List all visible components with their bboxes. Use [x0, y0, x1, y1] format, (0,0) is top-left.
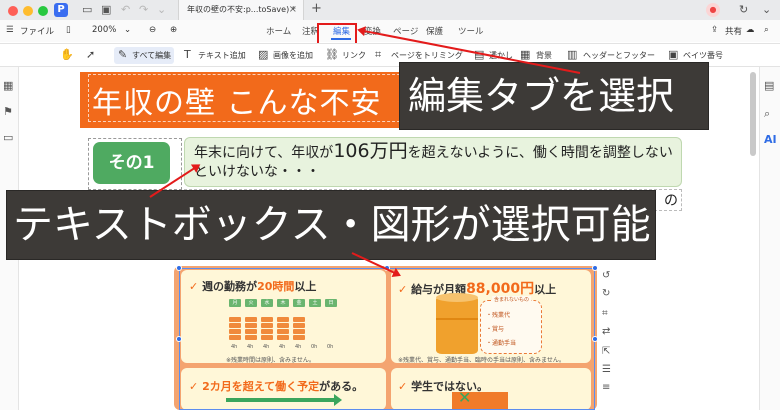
properties-icon[interactable]: ▤	[764, 79, 774, 92]
search-icon[interactable]: ⌕	[764, 107, 770, 121]
file-menu[interactable]: ファイル	[20, 25, 54, 37]
bates-number-icon: ▣	[668, 48, 679, 61]
bates-number-button[interactable]: ベイツ番号	[683, 50, 723, 61]
tab-page[interactable]: ページ	[393, 25, 418, 37]
save-icon[interactable]: ▣	[101, 3, 111, 17]
resize-handle[interactable]	[592, 265, 598, 271]
tab-protect[interactable]: 保護	[426, 25, 443, 37]
tab-home[interactable]: ホーム	[266, 25, 291, 37]
header-footer-button[interactable]: ヘッダーとフッター	[583, 50, 655, 61]
hand-tool-icon[interactable]: ✋	[60, 48, 74, 61]
crop-icon: ⌗	[375, 48, 382, 61]
close-tab-icon[interactable]: ×	[289, 0, 297, 20]
thumbnails-icon[interactable]: ▦	[3, 79, 13, 92]
callout-select-edit-tab: 編集タブを選択	[399, 62, 709, 130]
speech-text-line2: といけないな・・・	[194, 164, 320, 180]
replace-image-icon[interactable]: ⇄	[602, 326, 610, 337]
header-footer-icon: ▥	[567, 48, 578, 61]
document-tab[interactable]: 年収の壁の不安:p...toSave) * ×	[178, 0, 304, 20]
add-text-button[interactable]: テキスト追加	[198, 50, 246, 61]
link-button[interactable]: リンク	[342, 50, 366, 61]
crop-icon[interactable]: ⌗	[602, 308, 608, 319]
new-tab-button[interactable]: +	[311, 1, 322, 16]
callout-selectable-shapes: テキストボックス・図形が選択可能	[6, 190, 656, 260]
folder-icon[interactable]: ▭	[82, 3, 92, 17]
zoom-in-icon[interactable]: ⊕	[170, 25, 177, 35]
crop-page-button[interactable]: ページをトリミング	[391, 50, 463, 61]
object-floating-toolbar: ↺ ↻ ⌗ ⇄ ⇱ ☰ ≡	[600, 270, 616, 410]
chevron-down-icon[interactable]: ⌄	[762, 3, 771, 17]
rotate-left-icon[interactable]: ↺	[602, 270, 610, 281]
background-icon: ▦	[520, 48, 531, 61]
speech-text-amount: 106万円	[333, 140, 408, 162]
chevron-down-icon[interactable]: ⌄	[157, 3, 166, 17]
sync-icon[interactable]: ↻	[739, 3, 748, 17]
hamburger-icon[interactable]: ☰	[6, 25, 14, 35]
chevron-down-icon[interactable]: ⌄	[124, 25, 131, 35]
image-icon: ▨	[258, 48, 269, 61]
share-icon[interactable]: ⇪	[711, 25, 718, 35]
distribute-icon[interactable]: ≡	[602, 382, 610, 393]
right-sidebar: ▤ ⌕ AI	[759, 67, 780, 410]
resize-handle[interactable]	[176, 336, 182, 342]
zoom-out-icon[interactable]: ⊖	[149, 25, 156, 35]
document-tab-title: 年収の壁の不安:p...toSave) *	[187, 5, 296, 14]
zoom-level[interactable]: 200%	[92, 25, 116, 35]
section-label[interactable]: その1	[93, 142, 170, 184]
speech-text[interactable]: 年末に向けて、年収が106万円を超えないように、働く時間を調整しない といけない…	[194, 142, 674, 182]
add-image-button[interactable]: 画像を追加	[273, 50, 313, 61]
undo-icon[interactable]: ↶	[121, 3, 130, 17]
redo-icon[interactable]: ↷	[139, 3, 148, 17]
close-window-button[interactable]	[8, 6, 18, 16]
minimize-window-button[interactable]	[23, 6, 33, 16]
background-button[interactable]: 背景	[536, 50, 552, 61]
comment-icon[interactable]: ▭	[3, 131, 13, 144]
extract-icon[interactable]: ⇱	[602, 346, 610, 357]
sidebar-toggle-icon[interactable]: ▯	[66, 25, 71, 35]
menu-bar: ☰ ファイル ▯ 200% ⌄ ⊖ ⊕ ホーム 注釈 編集 変換 ページ 保護 …	[0, 20, 780, 42]
app-logo-icon: P	[54, 3, 68, 17]
resize-handle[interactable]	[592, 336, 598, 342]
text-add-icon: T	[184, 48, 191, 61]
ai-assistant-icon[interactable]: AI	[764, 133, 777, 146]
vertical-scrollbar[interactable]	[750, 72, 756, 156]
resize-handle[interactable]	[176, 265, 182, 271]
edit-tab-highlight-box	[317, 23, 357, 45]
text-fragment[interactable]: の	[664, 190, 678, 210]
speech-text-pre: 年末に向けて、年収が	[194, 145, 334, 161]
bookmark-icon[interactable]: ⚑	[3, 105, 13, 118]
select-tool-icon[interactable]: ➚	[86, 48, 95, 61]
title-bar: P ▭ ▣ ↶ ↷ ⌄ 年収の壁の不安:p...toSave) * × + ● …	[0, 0, 780, 20]
rotate-right-icon[interactable]: ↻	[602, 288, 610, 299]
speech-text-post: を超えないように、働く時間を調整しない	[407, 145, 673, 161]
search-icon[interactable]: ⌕	[764, 25, 769, 35]
link-icon: ⛓	[325, 48, 339, 61]
cloud-icon[interactable]: ☁	[746, 25, 755, 35]
selection-frame[interactable]	[179, 268, 595, 410]
avatar[interactable]: ●	[706, 3, 720, 17]
page-title[interactable]: 年収の壁 こんな不安	[92, 78, 382, 122]
zoom-window-button[interactable]	[38, 6, 48, 16]
tab-tools[interactable]: ツール	[458, 25, 484, 37]
edit-all-icon: ✎	[118, 48, 128, 61]
share-button[interactable]: 共有	[725, 25, 742, 37]
edit-all-button[interactable]: すべて編集	[132, 50, 171, 61]
align-icon[interactable]: ☰	[602, 364, 611, 375]
